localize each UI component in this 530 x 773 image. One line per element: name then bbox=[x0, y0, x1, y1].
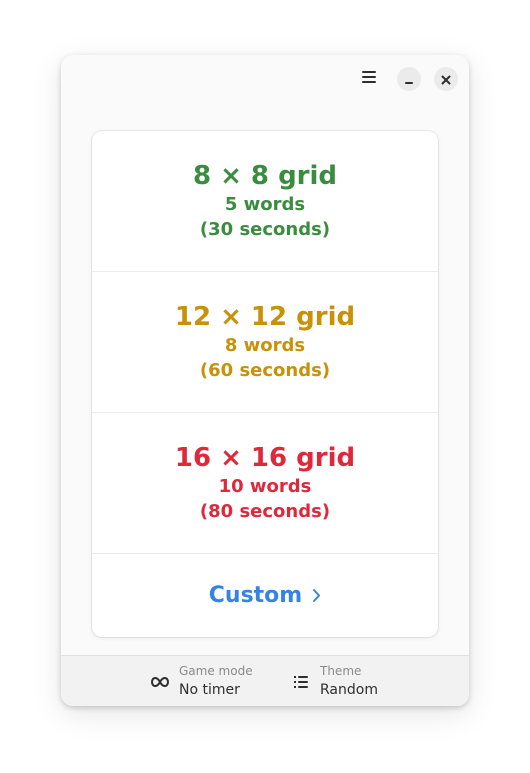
minimize-button[interactable] bbox=[397, 67, 421, 91]
game-mode-button[interactable]: Game mode No timer bbox=[150, 656, 253, 706]
game-mode-value: No timer bbox=[179, 681, 240, 698]
close-icon bbox=[441, 70, 451, 89]
custom-label: Custom bbox=[208, 582, 303, 608]
option-custom[interactable]: Custom bbox=[92, 554, 438, 637]
main-menu-button[interactable] bbox=[357, 66, 381, 90]
close-button[interactable] bbox=[434, 67, 458, 91]
option-title: 16 × 16 grid bbox=[174, 442, 356, 473]
list-icon bbox=[291, 672, 311, 692]
option-words: 5 words bbox=[224, 193, 306, 215]
bottom-bar: Game mode No timer Theme Random bbox=[61, 655, 469, 706]
option-seconds: (60 seconds) bbox=[199, 359, 331, 381]
chevron-right-icon bbox=[312, 588, 321, 603]
app-window: 8 × 8 grid 5 words (30 seconds) 12 × 12 … bbox=[61, 55, 469, 706]
infinity-icon bbox=[150, 672, 170, 692]
option-16x16-grid[interactable]: 16 × 16 grid 10 words (80 seconds) bbox=[92, 413, 438, 553]
option-12x12-grid[interactable]: 12 × 12 grid 8 words (60 seconds) bbox=[92, 272, 438, 412]
difficulty-list: 8 × 8 grid 5 words (30 seconds) 12 × 12 … bbox=[92, 131, 438, 637]
option-words: 8 words bbox=[224, 334, 306, 356]
option-8x8-grid[interactable]: 8 × 8 grid 5 words (30 seconds) bbox=[92, 131, 438, 271]
game-mode-caption: Game mode bbox=[179, 663, 253, 678]
option-title: 12 × 12 grid bbox=[174, 301, 356, 332]
option-title: 8 × 8 grid bbox=[192, 160, 338, 191]
option-seconds: (80 seconds) bbox=[199, 500, 331, 522]
hamburger-menu-icon bbox=[361, 69, 377, 88]
theme-button[interactable]: Theme Random bbox=[291, 656, 378, 706]
theme-caption: Theme bbox=[320, 663, 362, 678]
option-seconds: (30 seconds) bbox=[199, 218, 331, 240]
theme-value: Random bbox=[320, 681, 378, 698]
minimize-icon bbox=[404, 70, 414, 89]
option-words: 10 words bbox=[218, 475, 312, 497]
